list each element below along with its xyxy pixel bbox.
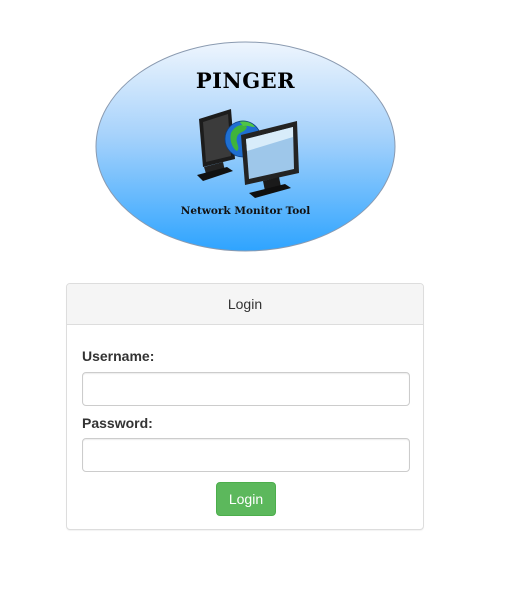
login-panel: Login Username: Password: Login <box>66 283 424 530</box>
logo-title: PINGER <box>195 68 296 93</box>
networked-monitors-globe-icon <box>197 109 299 198</box>
login-button[interactable]: Login <box>216 482 276 516</box>
pinger-logo: PINGER Network Monitor Tool <box>95 41 396 252</box>
username-input[interactable] <box>82 372 410 406</box>
login-panel-heading: Login <box>67 284 423 325</box>
logo-subtitle: Network Monitor Tool <box>180 205 311 217</box>
password-input[interactable] <box>82 438 410 472</box>
password-label: Password: <box>82 415 153 431</box>
username-label: Username: <box>82 348 155 364</box>
